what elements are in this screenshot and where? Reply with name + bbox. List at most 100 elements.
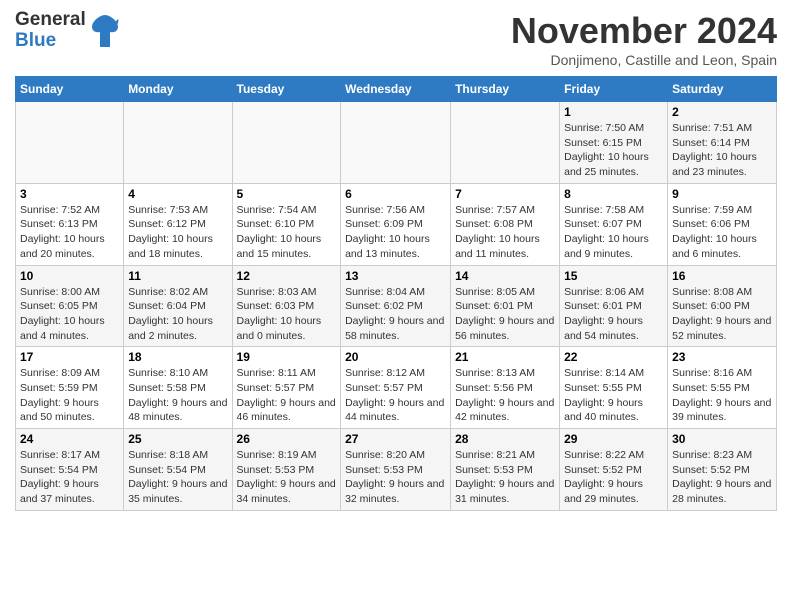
location-subtitle: Donjimeno, Castille and Leon, Spain — [511, 52, 777, 68]
day-info: Sunrise: 7:58 AMSunset: 6:07 PMDaylight:… — [564, 203, 663, 262]
day-number: 14 — [455, 269, 555, 283]
day-info: Sunrise: 7:51 AMSunset: 6:14 PMDaylight:… — [672, 121, 772, 180]
calendar-cell — [451, 102, 560, 184]
day-number: 21 — [455, 350, 555, 364]
logo-bird-icon — [90, 13, 120, 49]
day-info: Sunrise: 8:09 AMSunset: 5:59 PMDaylight:… — [20, 366, 119, 425]
day-number: 19 — [237, 350, 337, 364]
day-number: 25 — [128, 432, 227, 446]
day-info: Sunrise: 8:12 AMSunset: 5:57 PMDaylight:… — [345, 366, 446, 425]
day-info: Sunrise: 8:14 AMSunset: 5:55 PMDaylight:… — [564, 366, 663, 425]
day-info: Sunrise: 8:08 AMSunset: 6:00 PMDaylight:… — [672, 285, 772, 344]
month-title: November 2024 — [511, 10, 777, 52]
day-info: Sunrise: 8:05 AMSunset: 6:01 PMDaylight:… — [455, 285, 555, 344]
day-number: 30 — [672, 432, 772, 446]
day-info: Sunrise: 8:00 AMSunset: 6:05 PMDaylight:… — [20, 285, 119, 344]
logo-general: General — [15, 10, 86, 31]
day-number: 11 — [128, 269, 227, 283]
header-friday: Friday — [560, 77, 668, 102]
day-number: 12 — [237, 269, 337, 283]
calendar-cell — [124, 102, 232, 184]
day-number: 5 — [237, 187, 337, 201]
day-number: 10 — [20, 269, 119, 283]
day-number: 2 — [672, 105, 772, 119]
day-info: Sunrise: 8:10 AMSunset: 5:58 PMDaylight:… — [128, 366, 227, 425]
calendar-cell — [232, 102, 341, 184]
calendar-cell: 4 Sunrise: 7:53 AMSunset: 6:12 PMDaylight… — [124, 183, 232, 265]
calendar-cell: 28Sunrise: 8:21 AMSunset: 5:53 PMDayligh… — [451, 429, 560, 511]
calendar-cell: 25 Sunrise: 8:18 AMSunset: 5:54 PMDayligh… — [124, 429, 232, 511]
day-info: Sunrise: 7:57 AMSunset: 6:08 PMDaylight:… — [455, 203, 555, 262]
day-number: 17 — [20, 350, 119, 364]
calendar-cell: 30 Sunrise: 8:23 AMSunset: 5:52 PMDayligh… — [668, 429, 777, 511]
calendar-cell: 3Sunrise: 7:52 AMSunset: 6:13 PMDaylight… — [16, 183, 124, 265]
calendar-cell: 13 Sunrise: 8:04 AMSunset: 6:02 PMDayligh… — [341, 265, 451, 347]
day-number: 4 — [128, 187, 227, 201]
day-number: 9 — [672, 187, 772, 201]
day-number: 23 — [672, 350, 772, 364]
header-thursday: Thursday — [451, 77, 560, 102]
calendar-cell: 17 Sunrise: 8:09 AMSunset: 5:59 PMDayligh… — [16, 347, 124, 429]
day-info: Sunrise: 7:54 AMSunset: 6:10 PMDaylight:… — [237, 203, 337, 262]
day-info: Sunrise: 8:23 AMSunset: 5:52 PMDaylight:… — [672, 448, 772, 507]
day-number: 8 — [564, 187, 663, 201]
day-info: Sunrise: 7:59 AMSunset: 6:06 PMDaylight:… — [672, 203, 772, 262]
day-info: Sunrise: 8:16 AMSunset: 5:55 PMDaylight:… — [672, 366, 772, 425]
day-info: Sunrise: 7:56 AMSunset: 6:09 PMDaylight:… — [345, 203, 446, 262]
calendar-cell — [341, 102, 451, 184]
header-monday: Monday — [124, 77, 232, 102]
day-number: 26 — [237, 432, 337, 446]
day-info: Sunrise: 8:11 AMSunset: 5:57 PMDaylight:… — [237, 366, 337, 425]
day-number: 13 — [345, 269, 446, 283]
day-number: 1 — [564, 105, 663, 119]
page-header: General Blue November 2024 Donjimeno, Ca… — [15, 10, 777, 68]
day-info: Sunrise: 8:22 AMSunset: 5:52 PMDaylight:… — [564, 448, 663, 507]
day-info: Sunrise: 8:04 AMSunset: 6:02 PMDaylight:… — [345, 285, 446, 344]
header-saturday: Saturday — [668, 77, 777, 102]
calendar-week-2: 3Sunrise: 7:52 AMSunset: 6:13 PMDaylight… — [16, 183, 777, 265]
calendar-cell: 15Sunrise: 8:06 AMSunset: 6:01 PMDayligh… — [560, 265, 668, 347]
calendar-cell: 8 Sunrise: 7:58 AMSunset: 6:07 PMDaylight… — [560, 183, 668, 265]
day-info: Sunrise: 8:13 AMSunset: 5:56 PMDaylight:… — [455, 366, 555, 425]
calendar-cell: 23 Sunrise: 8:16 AMSunset: 5:55 PMDayligh… — [668, 347, 777, 429]
calendar-cell: 1 Sunrise: 7:50 AMSunset: 6:15 PMDaylight… — [560, 102, 668, 184]
calendar-cell: 10 Sunrise: 8:00 AMSunset: 6:05 PMDayligh… — [16, 265, 124, 347]
header-tuesday: Tuesday — [232, 77, 341, 102]
calendar-cell: 16Sunrise: 8:08 AMSunset: 6:00 PMDayligh… — [668, 265, 777, 347]
calendar-cell: 20 Sunrise: 8:12 AMSunset: 5:57 PMDayligh… — [341, 347, 451, 429]
day-number: 22 — [564, 350, 663, 364]
calendar-cell: 11Sunrise: 8:02 AMSunset: 6:04 PMDayligh… — [124, 265, 232, 347]
calendar-cell — [16, 102, 124, 184]
calendar-week-4: 17 Sunrise: 8:09 AMSunset: 5:59 PMDayligh… — [16, 347, 777, 429]
day-info: Sunrise: 8:18 AMSunset: 5:54 PMDaylight:… — [128, 448, 227, 507]
day-number: 24 — [20, 432, 119, 446]
calendar-week-3: 10 Sunrise: 8:00 AMSunset: 6:05 PMDayligh… — [16, 265, 777, 347]
calendar-cell: 9 Sunrise: 7:59 AMSunset: 6:06 PMDaylight… — [668, 183, 777, 265]
title-area: November 2024 Donjimeno, Castille and Le… — [511, 10, 777, 68]
calendar-header-row: SundayMondayTuesdayWednesdayThursdayFrid… — [16, 77, 777, 102]
day-info: Sunrise: 7:53 AMSunset: 6:12 PMDaylight:… — [128, 203, 227, 262]
day-number: 20 — [345, 350, 446, 364]
day-number: 28 — [455, 432, 555, 446]
calendar-cell: 26 Sunrise: 8:19 AMSunset: 5:53 PMDayligh… — [232, 429, 341, 511]
day-number: 18 — [128, 350, 227, 364]
day-info: Sunrise: 7:52 AMSunset: 6:13 PMDaylight:… — [20, 203, 119, 262]
day-info: Sunrise: 8:03 AMSunset: 6:03 PMDaylight:… — [237, 285, 337, 344]
header-sunday: Sunday — [16, 77, 124, 102]
calendar-cell: 2 Sunrise: 7:51 AMSunset: 6:14 PMDaylight… — [668, 102, 777, 184]
day-info: Sunrise: 8:19 AMSunset: 5:53 PMDaylight:… — [237, 448, 337, 507]
day-number: 6 — [345, 187, 446, 201]
calendar-cell: 27 Sunrise: 8:20 AMSunset: 5:53 PMDayligh… — [341, 429, 451, 511]
day-number: 29 — [564, 432, 663, 446]
day-info: Sunrise: 7:50 AMSunset: 6:15 PMDaylight:… — [564, 121, 663, 180]
logo: General Blue — [15, 10, 120, 52]
day-info: Sunrise: 8:06 AMSunset: 6:01 PMDaylight:… — [564, 285, 663, 344]
day-info: Sunrise: 8:20 AMSunset: 5:53 PMDaylight:… — [345, 448, 446, 507]
calendar-cell: 7Sunrise: 7:57 AMSunset: 6:08 PMDaylight… — [451, 183, 560, 265]
calendar-cell: 12 Sunrise: 8:03 AMSunset: 6:03 PMDayligh… — [232, 265, 341, 347]
calendar-table: SundayMondayTuesdayWednesdayThursdayFrid… — [15, 76, 777, 511]
calendar-cell: 14 Sunrise: 8:05 AMSunset: 6:01 PMDayligh… — [451, 265, 560, 347]
calendar-cell: 22 Sunrise: 8:14 AMSunset: 5:55 PMDayligh… — [560, 347, 668, 429]
day-number: 27 — [345, 432, 446, 446]
calendar-cell: 24Sunrise: 8:17 AMSunset: 5:54 PMDayligh… — [16, 429, 124, 511]
